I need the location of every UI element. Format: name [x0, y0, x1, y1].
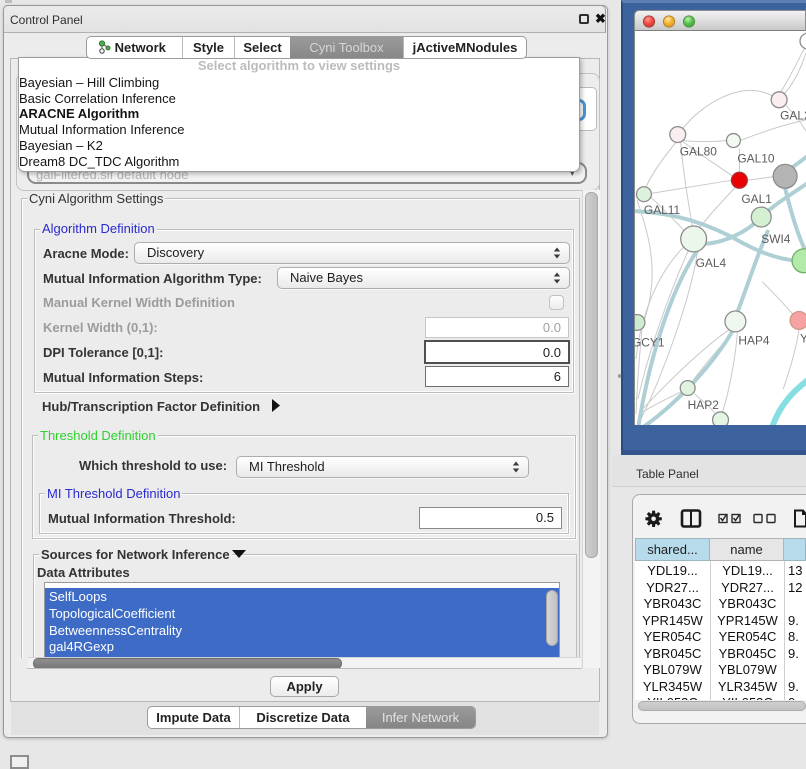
svg-text:GAL11: GAL11 [644, 203, 681, 217]
svg-text:GAL1: GAL1 [741, 192, 772, 206]
svg-text:GAL4: GAL4 [696, 256, 727, 270]
svg-text:GAL10: GAL10 [737, 151, 774, 165]
svg-text:SWI4: SWI4 [761, 232, 791, 246]
svg-text:YJ: YJ [800, 331, 806, 345]
svg-text:GAL2: GAL2 [780, 109, 806, 123]
svg-text:HAP2: HAP2 [688, 398, 720, 412]
svg-text:GAL80: GAL80 [680, 144, 717, 158]
svg-text:GCY1: GCY1 [634, 335, 665, 349]
svg-text:HAP4: HAP4 [738, 333, 770, 347]
